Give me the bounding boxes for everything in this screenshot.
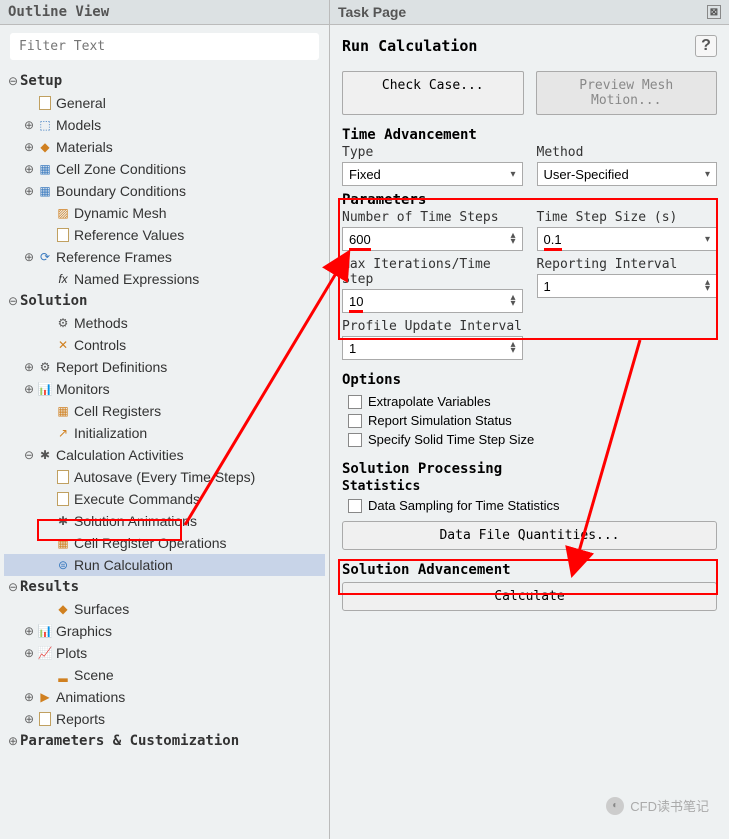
node-refvals[interactable]: Reference Values — [4, 224, 325, 246]
nsteps-label: Number of Time Steps — [342, 210, 523, 225]
node-runcalc[interactable]: ⊜Run Calculation — [4, 554, 325, 576]
type-label: Type — [342, 145, 523, 160]
data-file-quantities-button[interactable]: Data File Quantities... — [342, 521, 717, 550]
node-scene[interactable]: ▂Scene — [4, 664, 325, 686]
tss-input[interactable]: 0.1▾ — [537, 227, 718, 251]
node-params[interactable]: ⊕Parameters & Customization — [4, 730, 325, 752]
outline-tree: ⊖Setup General ⊕⬚Models ⊕◆Materials ⊕▦Ce… — [0, 68, 329, 756]
node-boundary[interactable]: ⊕▦Boundary Conditions — [4, 180, 325, 202]
task-panel: Task Page ⊠ Run Calculation ? Check Case… — [330, 0, 729, 839]
node-cellzone[interactable]: ⊕▦Cell Zone Conditions — [4, 158, 325, 180]
opt-data-sampling[interactable]: Data Sampling for Time Statistics — [342, 496, 717, 515]
node-namedexpr[interactable]: fxNamed Expressions — [4, 268, 325, 290]
solproc-title: Solution Processing — [342, 461, 717, 477]
method-label: Method — [537, 145, 718, 160]
outline-panel: Outline View ⊖Setup General ⊕⬚Models ⊕◆M… — [0, 0, 330, 839]
type-select[interactable]: Fixed▾ — [342, 162, 523, 186]
maxit-label: Max Iterations/Time Step — [342, 257, 523, 287]
stats-title: Statistics — [342, 479, 717, 494]
opt-specify-solid[interactable]: Specify Solid Time Step Size — [348, 430, 717, 449]
node-graphics[interactable]: ⊕📊Graphics — [4, 620, 325, 642]
chevron-down-icon: ▾ — [705, 169, 710, 180]
node-models[interactable]: ⊕⬚Models — [4, 114, 325, 136]
pui-label: Profile Update Interval — [342, 319, 523, 334]
help-button[interactable]: ? — [695, 35, 717, 57]
outline-header: Outline View — [0, 0, 329, 25]
node-cellreg[interactable]: ▦Cell Registers — [4, 400, 325, 422]
task-header: Task Page ⊠ — [330, 0, 729, 25]
node-autosave[interactable]: Autosave (Every Time Steps) — [4, 466, 325, 488]
node-surfaces[interactable]: ◆Surfaces — [4, 598, 325, 620]
node-animations[interactable]: ⊕▶Animations — [4, 686, 325, 708]
node-methods[interactable]: ⚙Methods — [4, 312, 325, 334]
node-execcmd[interactable]: Execute Commands — [4, 488, 325, 510]
node-monitors[interactable]: ⊕📊Monitors — [4, 378, 325, 400]
node-calcact[interactable]: ⊖✱Calculation Activities — [4, 444, 325, 466]
node-general[interactable]: General — [4, 92, 325, 114]
repint-input[interactable]: 1▴▾ — [537, 274, 718, 298]
maxit-input[interactable]: 10▴▾ — [342, 289, 523, 313]
node-init[interactable]: ↗Initialization — [4, 422, 325, 444]
node-solanim[interactable]: ✱Solution Animations — [4, 510, 325, 532]
check-case-button[interactable]: Check Case... — [342, 71, 524, 115]
preview-mesh-button: Preview Mesh Motion... — [536, 71, 718, 115]
method-select[interactable]: User-Specified▾ — [537, 162, 718, 186]
tss-label: Time Step Size (s) — [537, 210, 718, 225]
node-reportdefs[interactable]: ⊕⚙Report Definitions — [4, 356, 325, 378]
filter-input[interactable] — [10, 33, 319, 60]
chevron-down-icon: ▾ — [705, 234, 710, 245]
calculate-button[interactable]: Calculate — [342, 582, 717, 611]
node-plots[interactable]: ⊕📈Plots — [4, 642, 325, 664]
options-title: Options — [342, 372, 717, 388]
time-advancement-title: Time Advancement — [342, 127, 717, 143]
node-controls[interactable]: ✕Controls — [4, 334, 325, 356]
page-title: Run Calculation — [342, 37, 477, 55]
wechat-icon: ◐ — [606, 797, 624, 815]
pui-input[interactable]: 1▴▾ — [342, 336, 523, 360]
node-refframes[interactable]: ⊕⟳Reference Frames — [4, 246, 325, 268]
soladv-title: Solution Advancement — [342, 562, 717, 578]
node-dynmesh[interactable]: ▨Dynamic Mesh — [4, 202, 325, 224]
nsteps-input[interactable]: 600▴▾ — [342, 227, 523, 251]
node-materials[interactable]: ⊕◆Materials — [4, 136, 325, 158]
parameters-label: Parameters — [342, 192, 717, 208]
watermark: ◐ CFD读书笔记 — [606, 796, 709, 815]
node-reports[interactable]: ⊕Reports — [4, 708, 325, 730]
repint-label: Reporting Interval — [537, 257, 718, 272]
opt-report-status[interactable]: Report Simulation Status — [348, 411, 717, 430]
close-icon[interactable]: ⊠ — [707, 5, 721, 19]
opt-extrapolate[interactable]: Extrapolate Variables — [348, 392, 717, 411]
node-setup[interactable]: ⊖Setup — [4, 70, 325, 92]
node-results[interactable]: ⊖Results — [4, 576, 325, 598]
chevron-down-icon: ▾ — [510, 169, 515, 180]
node-cellregop[interactable]: ▦Cell Register Operations — [4, 532, 325, 554]
node-solution[interactable]: ⊖Solution — [4, 290, 325, 312]
